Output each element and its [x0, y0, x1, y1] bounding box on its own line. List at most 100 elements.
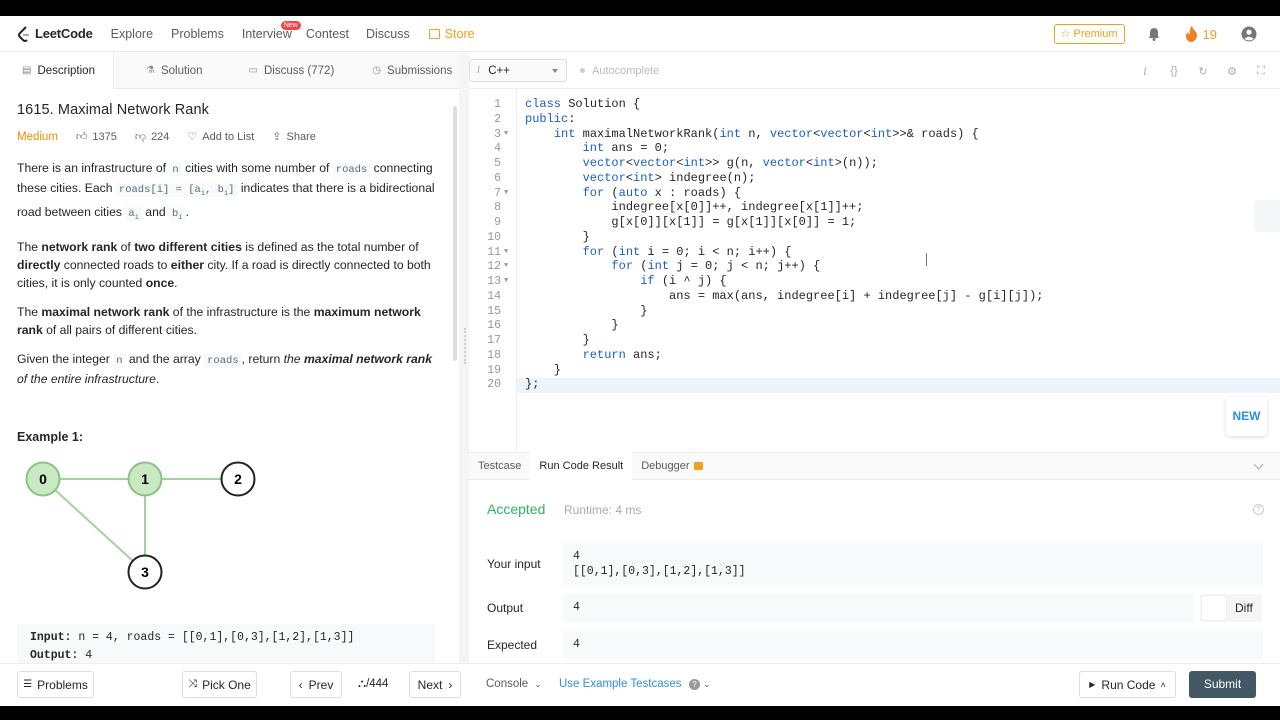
code-line: 15 }: [469, 304, 1280, 319]
tab-debugger-label: Debugger: [641, 460, 690, 472]
prev-button[interactable]: ‹ Prev: [290, 671, 342, 698]
example-title: Example 1:: [17, 430, 84, 445]
description-paragraph-4: Given the integer n and the array roads,…: [17, 350, 435, 388]
code-line: 16 }: [469, 318, 1280, 333]
collapse-chevron-icon[interactable]: [1253, 459, 1264, 470]
nav-interview[interactable]: Interview New: [242, 16, 301, 52]
code-text: for (int i = 0; i < n; i++) {: [582, 244, 792, 259]
fold-arrow-icon[interactable]: ▼: [504, 186, 508, 201]
tab-submissions-label: Submissions: [387, 65, 453, 77]
code-text: }: [525, 333, 590, 347]
keyword: int: [870, 126, 893, 141]
tab-discuss[interactable]: ▭ Discuss (772): [203, 53, 335, 89]
nav-store-label: Store: [444, 26, 475, 41]
use-example-testcases-link[interactable]: Use Example Testcases: [559, 678, 682, 690]
user-avatar-icon[interactable]: [1241, 26, 1257, 42]
fold-arrow-icon[interactable]: ▼: [504, 274, 508, 289]
language-select[interactable]: i C++: [469, 59, 567, 82]
premium-button[interactable]: ☆ Premium: [1053, 24, 1125, 44]
nav-problems[interactable]: Problems: [171, 16, 224, 52]
code-line: 19 }: [469, 363, 1280, 378]
bell-icon[interactable]: [1147, 27, 1161, 41]
fullscreen-icon[interactable]: ⛶: [1254, 65, 1268, 78]
text: connected roads to: [60, 258, 171, 273]
braces-icon[interactable]: {}: [1167, 65, 1181, 77]
tab-run-code-result[interactable]: Run Code Result: [530, 452, 633, 480]
new-feature-button[interactable]: NEW: [1226, 397, 1267, 436]
keyword: for: [611, 259, 634, 274]
streak[interactable]: 19: [1185, 26, 1217, 42]
splitter-handle[interactable]: [464, 328, 466, 364]
description-paragraph-3: The maximal network rank of the infrastr…: [17, 303, 435, 339]
console-toggle[interactable]: Console ⌄: [486, 678, 542, 690]
dislike-count: 224: [151, 130, 170, 143]
problem-tabs: ▤ Description ⚗ Solution ▭ Discuss (772)…: [0, 53, 459, 89]
run-code-button[interactable]: ▶ Run Code ˄: [1079, 671, 1176, 698]
tab-solution[interactable]: ⚗ Solution: [114, 53, 203, 89]
problems-button[interactable]: ☰ Problems: [17, 671, 94, 698]
tab-submissions[interactable]: ◷ Submissions: [334, 53, 452, 89]
fold-arrow-icon[interactable]: ▼: [504, 245, 508, 260]
keyword: vector: [582, 170, 626, 185]
line-number: 15: [487, 304, 501, 318]
help-dropdown[interactable]: ? ⌄: [689, 678, 711, 690]
settings-icon[interactable]: ⚙: [1225, 65, 1239, 78]
text: of the infrastructure is the: [169, 305, 314, 320]
graph-node-label: 0: [39, 471, 47, 487]
next-button[interactable]: Next ›: [409, 671, 461, 698]
lock-icon: [693, 462, 703, 470]
like-button[interactable]: 👍︎ 1375: [76, 130, 117, 144]
dislike-button[interactable]: 👎︎ 224: [135, 130, 170, 144]
clock-icon: ◷: [372, 65, 382, 76]
line-number: 19: [487, 363, 501, 377]
help-icon[interactable]: ?: [1253, 504, 1264, 515]
logo[interactable]: LeetCode: [17, 16, 93, 52]
pick-one-button[interactable]: ⤨ Pick One: [182, 671, 257, 698]
heart-icon: ♡: [187, 131, 198, 143]
nav-contest[interactable]: Contest: [306, 16, 349, 52]
reset-icon[interactable]: ↻: [1196, 65, 1210, 78]
nav-store[interactable]: Store: [428, 16, 475, 52]
line-number: 4: [494, 142, 501, 156]
graph-edge: [42, 478, 146, 573]
text: of: [117, 240, 135, 255]
code-editor[interactable]: 1 class Solution {2 public: 3 ▼ int maximalN…: [469, 89, 1280, 466]
example-input: n = 4, roads = [[0,1],[0,3],[1,2],[1,3]]: [71, 631, 355, 645]
nav-discuss[interactable]: Discuss: [366, 16, 410, 52]
autocomplete-toggle[interactable]: Autocomplete: [580, 65, 659, 77]
new-badge: New: [280, 20, 301, 30]
keyword: vector: [762, 156, 806, 170]
info-icon[interactable]: i: [1138, 65, 1152, 78]
output-label: Output: [487, 601, 524, 615]
text: and: [141, 205, 170, 220]
keyword: int: [553, 126, 576, 141]
problem-counter[interactable]: ⛬/444: [358, 678, 388, 691]
description-scrollbar[interactable]: [453, 106, 457, 361]
diff-toggle[interactable]: Diff: [1200, 594, 1262, 622]
add-to-list-button[interactable]: ♡ Add to List: [187, 130, 254, 144]
tab-testcase[interactable]: Testcase: [469, 452, 530, 480]
fold-arrow-icon[interactable]: ▼: [504, 127, 508, 142]
text: either: [170, 258, 204, 273]
result-status: Accepted: [487, 501, 546, 517]
code-text: if (i ^ j) {: [640, 274, 727, 288]
fold-arrow-icon[interactable]: ▼: [504, 259, 508, 274]
nav-explore[interactable]: Explore: [111, 16, 153, 52]
share-button[interactable]: ⇪ Share: [272, 130, 316, 144]
tab-description[interactable]: ▤ Description: [0, 53, 114, 89]
app-window: LeetCode Explore Problems Interview New …: [0, 16, 1280, 706]
keyword: int: [719, 126, 742, 141]
keyword: for: [582, 185, 605, 200]
output-label: Output:: [30, 649, 79, 663]
code-ai: ai: [125, 207, 142, 222]
run-code-label: Run Code: [1101, 677, 1156, 692]
tab-debugger[interactable]: Debugger: [632, 452, 711, 480]
side-panel-tab[interactable]: [1254, 200, 1280, 232]
text: and the array: [125, 352, 205, 367]
leetcode-logo-icon: [18, 25, 29, 42]
submit-button[interactable]: Submit: [1189, 671, 1256, 698]
chevron-down-icon: ⌄: [703, 679, 711, 689]
text: .: [174, 276, 178, 291]
code-text: }: [525, 229, 590, 244]
prev-label: Prev: [308, 677, 334, 692]
